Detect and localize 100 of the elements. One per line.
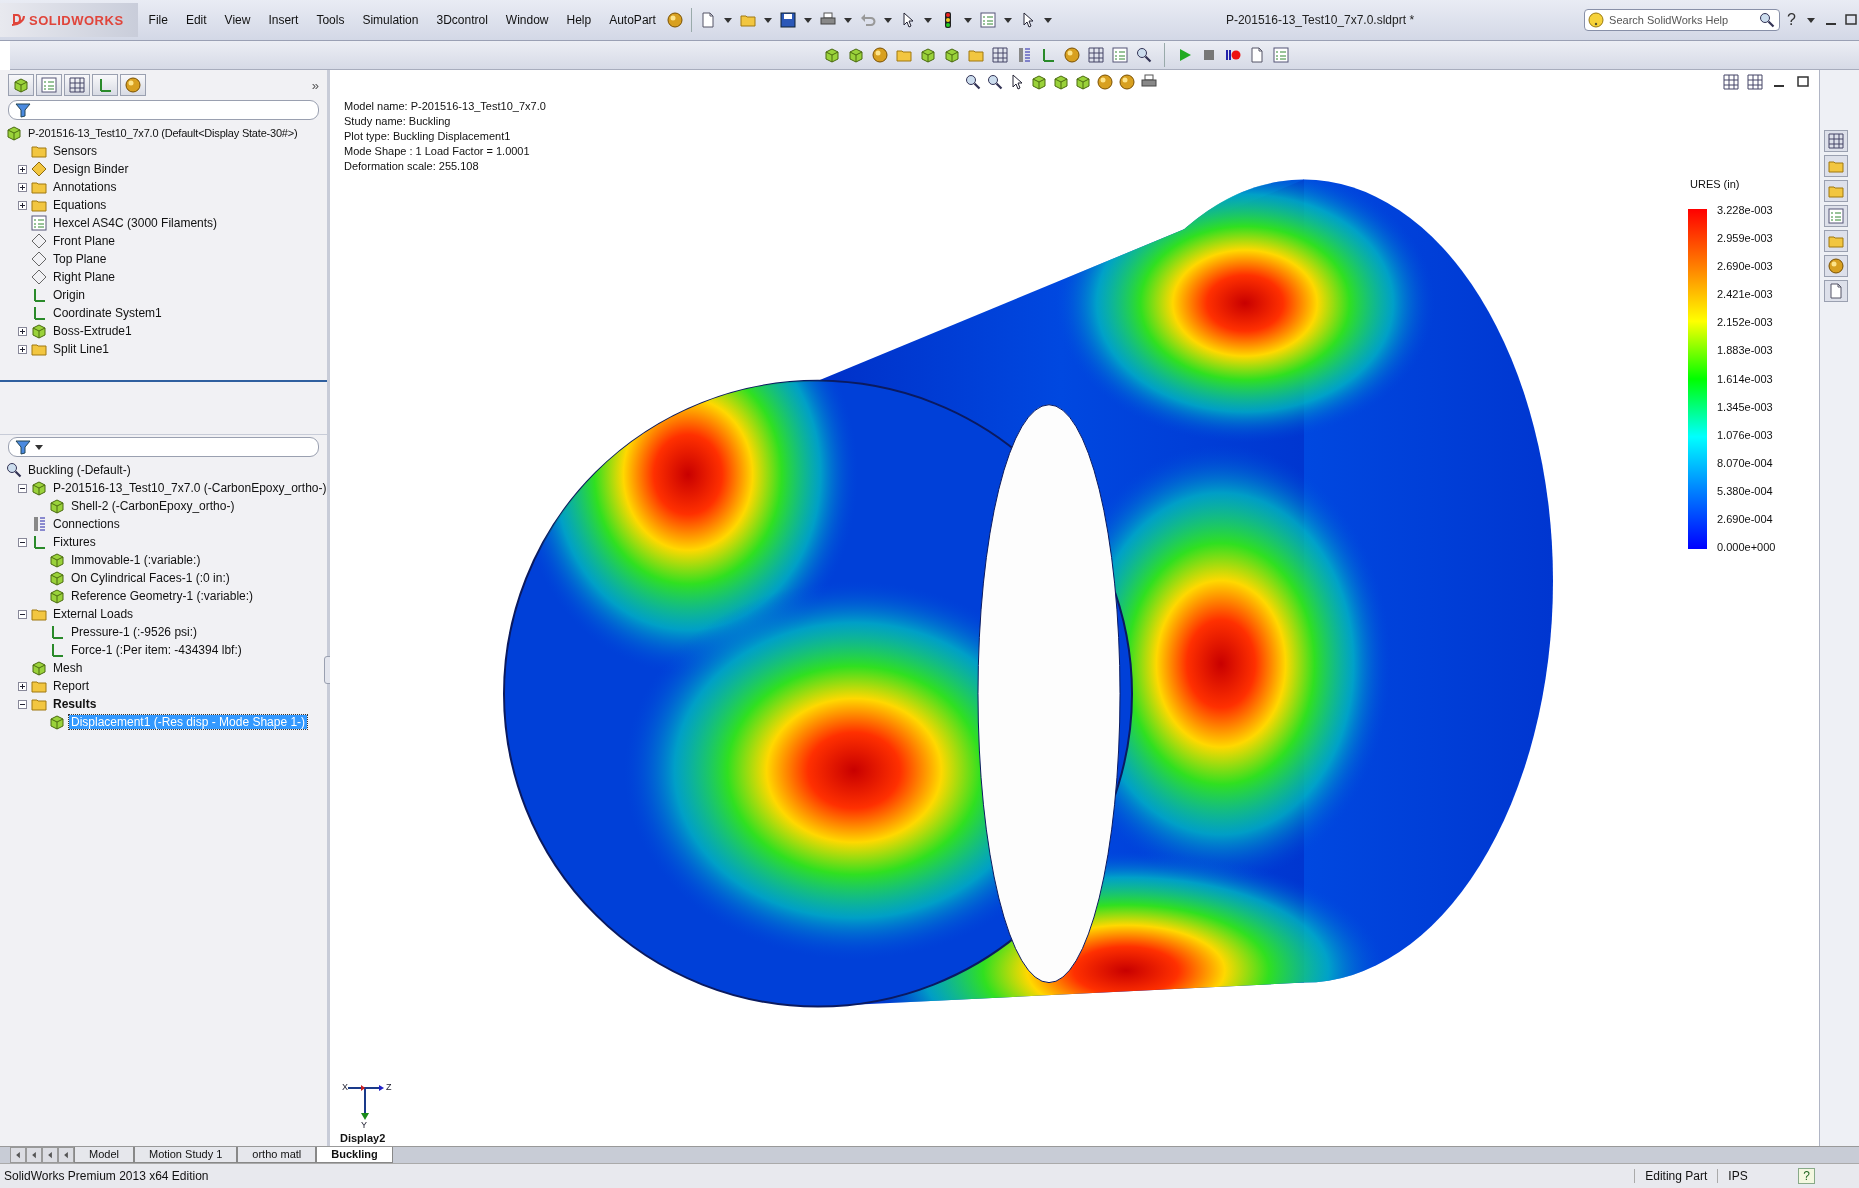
menu-item[interactable]: Tools [309,10,352,30]
help-button[interactable]: ? [1798,1168,1815,1184]
tree-item[interactable]: Fixtures [51,535,98,549]
tree-item[interactable]: On Cylindrical Faces-1 (:0 in:) [69,571,232,585]
panel-tab[interactable] [36,74,62,96]
tab-scroll-button[interactable] [10,1147,26,1163]
cube-icon[interactable] [848,47,864,63]
cube-icon[interactable] [944,47,960,63]
tree-item[interactable]: Top Plane [51,252,109,266]
menu-item[interactable]: AutoPart [602,10,663,30]
grid-icon[interactable] [1088,47,1104,63]
magnifier-icon[interactable] [965,74,981,90]
overflow-button[interactable]: » [311,77,319,93]
magnifier-icon[interactable] [1759,12,1776,28]
tree-item[interactable]: Front Plane [51,234,118,248]
expand-icon[interactable] [18,164,27,174]
tab[interactable]: Buckling [316,1147,393,1163]
tree-item[interactable]: Coordinate System1 [51,306,164,320]
collapse-icon[interactable] [18,609,27,619]
panel-tab[interactable] [92,74,118,96]
tree-item[interactable]: Annotations [51,180,119,194]
tab[interactable]: ortho matl [237,1147,317,1163]
sphere-icon[interactable] [1097,74,1113,90]
tree-item[interactable]: Origin [51,288,87,302]
tree-item[interactable]: Hexcel AS4C (3000 Filaments) [51,216,220,230]
tab[interactable]: Motion Study 1 [133,1147,238,1163]
task-pane-tab[interactable] [1824,205,1848,227]
grid-icon[interactable] [1747,74,1763,90]
stop-icon[interactable] [1201,47,1217,63]
tree-item[interactable]: P-201516-13_Test10_7x7.0 (Default<Display State-30#>) [26,127,300,139]
menu-item[interactable]: Insert [261,10,306,30]
tree-item[interactable]: Boss-Extrude1 [51,324,134,338]
tree-item[interactable]: Force-1 (:Per item: -434394 lbf:) [69,643,244,657]
menu-item[interactable]: Edit [178,10,214,30]
tree-item[interactable]: Report [51,679,92,693]
tree-item[interactable]: Buckling (-Default-) [26,463,133,477]
tab-scroll-button[interactable] [42,1147,58,1163]
magnifier-icon[interactable] [987,74,1003,90]
panel-tab[interactable] [8,74,34,96]
task-pane-tab[interactable] [1824,255,1848,277]
menu-item[interactable]: Help [559,10,599,30]
magnifier-icon[interactable] [1136,47,1152,63]
cube-icon[interactable] [1053,74,1069,90]
expand-icon[interactable] [18,326,27,336]
cube-icon[interactable] [1075,74,1091,90]
tree-item[interactable]: Connections [51,517,122,531]
tree-item[interactable]: Sensors [51,144,100,158]
tree-item[interactable]: Shell-2 (-CarbonEpoxy_ortho-) [69,499,237,513]
tab-scroll-button[interactable] [58,1147,74,1163]
panel-tab[interactable] [120,74,146,96]
axes-icon[interactable] [1040,47,1056,63]
expand-icon[interactable] [18,681,27,691]
cursor-icon[interactable] [1009,74,1025,90]
tree-item[interactable]: Reference Geometry-1 (:variable:) [69,589,256,603]
expand-icon[interactable] [18,200,27,210]
list-icon[interactable] [1112,47,1128,63]
expand-icon[interactable] [18,182,27,192]
sphere-icon[interactable] [666,12,683,28]
search-field[interactable]: Search SolidWorks Help [1584,9,1781,31]
maximize-icon[interactable] [1795,74,1811,90]
expand-icon[interactable] [18,344,27,354]
grid-icon[interactable] [1723,74,1739,90]
play-icon[interactable] [1177,47,1193,63]
cube-icon[interactable] [1031,74,1047,90]
tab-scroll-button[interactable] [26,1147,42,1163]
maximize-icon[interactable] [1843,12,1859,28]
tree-item[interactable]: Equations [51,198,109,212]
printer-icon[interactable] [819,12,836,28]
cube-icon[interactable] [824,47,840,63]
record-icon[interactable] [1225,47,1241,63]
collapse-icon[interactable] [18,699,27,709]
tab[interactable]: Model [74,1147,134,1163]
filter-field[interactable] [8,437,319,457]
task-pane-tab[interactable] [1824,280,1848,302]
tree-item[interactable]: External Loads [51,607,136,621]
tree-item[interactable]: Mesh [51,661,85,675]
sphere-icon[interactable] [1119,74,1135,90]
collapse-icon[interactable] [18,537,27,547]
collapse-icon[interactable] [18,483,27,493]
panel-tab[interactable] [64,74,90,96]
tree-item[interactable]: Pressure-1 (:-9526 psi:) [69,625,200,639]
filter-field[interactable] [8,100,319,120]
tree-item[interactable]: Immovable-1 (:variable:) [69,553,203,567]
menu-item[interactable]: 3Dcontrol [429,10,495,30]
printer-icon[interactable] [1141,74,1157,90]
task-pane-tab[interactable] [1824,130,1848,152]
sphere-icon[interactable] [1064,47,1080,63]
menu-item[interactable]: Simulation [355,10,426,30]
sphere-icon[interactable] [872,47,888,63]
list-icon[interactable] [1273,47,1289,63]
tree-item[interactable]: Right Plane [51,270,118,284]
tree-item[interactable]: Design Binder [51,162,131,176]
tree-item[interactable]: P-201516-13_Test10_7x7.0 (-CarbonEpoxy_ortho-) [51,481,329,495]
cube-icon[interactable] [920,47,936,63]
tree-item[interactable]: Split Line1 [51,342,112,356]
document-icon[interactable] [1249,47,1265,63]
menu-item[interactable]: File [141,10,175,30]
help-button[interactable]: ? [1784,11,1799,29]
menu-item[interactable]: Window [498,10,556,30]
document-icon[interactable] [699,12,716,28]
